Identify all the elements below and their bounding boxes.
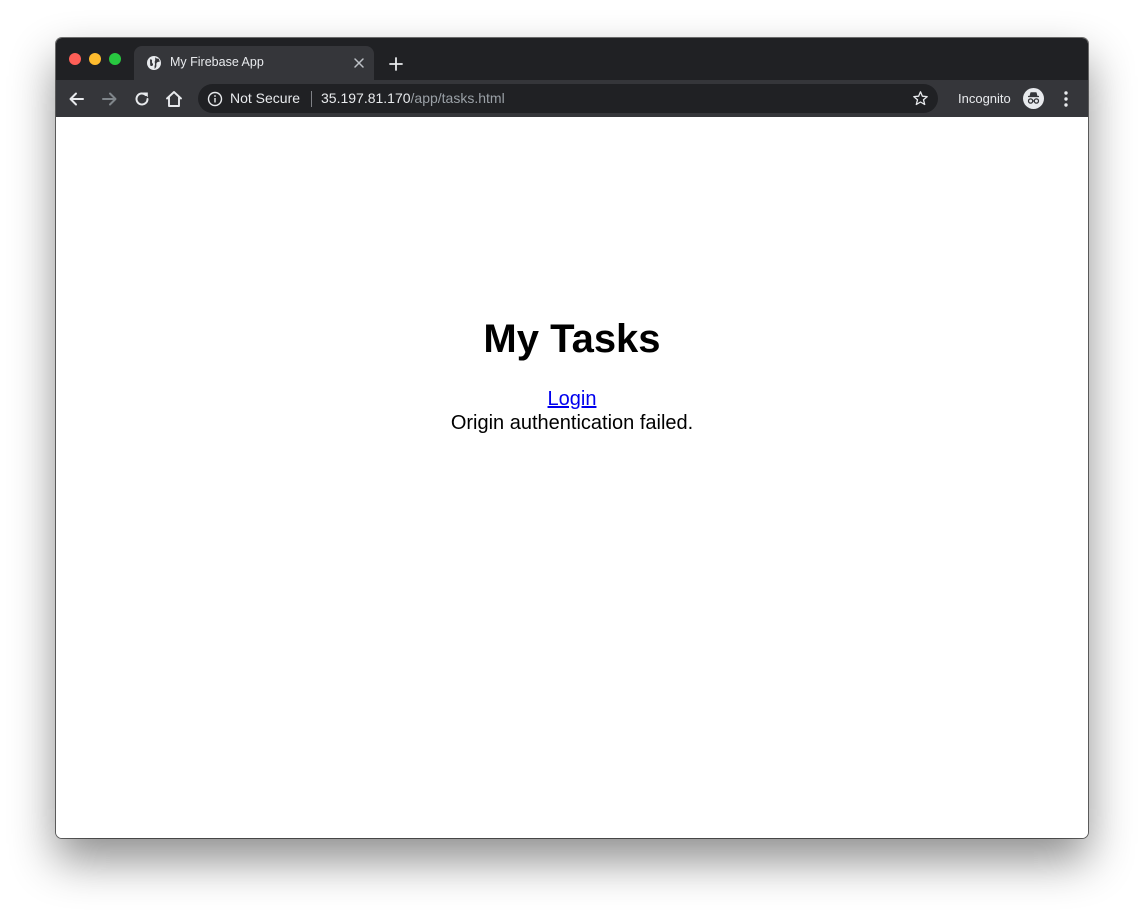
address-bar[interactable]: Not Secure 35.197.81.170/app/tasks.html: [198, 84, 938, 113]
login-link-container: Login: [56, 387, 1088, 411]
close-icon[interactable]: [352, 56, 366, 70]
security-status[interactable]: Not Secure: [230, 90, 300, 106]
omnibox-divider: [311, 91, 312, 107]
browser-window: My Firebase App Not Secure 35.197.81.170…: [56, 38, 1088, 838]
tab-active[interactable]: My Firebase App: [134, 46, 374, 80]
url-host: 35.197.81.170: [321, 90, 411, 106]
page-content: My Tasks Login Origin authentication fai…: [56, 117, 1088, 838]
reload-icon[interactable]: [132, 89, 152, 109]
forward-arrow-icon[interactable]: [99, 89, 119, 109]
browser-toolbar: Not Secure 35.197.81.170/app/tasks.html …: [56, 80, 1088, 118]
auth-error-message: Origin authentication failed.: [450, 412, 694, 434]
window-minimize-button[interactable]: [89, 53, 101, 65]
url-path: /app/tasks.html: [410, 90, 505, 106]
back-arrow-icon[interactable]: [67, 89, 87, 109]
incognito-label[interactable]: Incognito: [958, 91, 1011, 106]
login-link[interactable]: Login: [548, 388, 597, 410]
bookmark-star-icon[interactable]: [912, 90, 929, 107]
globe-icon: [147, 56, 161, 70]
new-tab-icon[interactable]: [386, 54, 406, 74]
page-title: My Tasks: [483, 317, 661, 361]
window-close-button[interactable]: [69, 53, 81, 65]
kebab-menu-icon[interactable]: [1059, 89, 1073, 109]
tab-title: My Firebase App: [170, 55, 264, 69]
home-icon[interactable]: [164, 89, 184, 109]
window-zoom-button[interactable]: [109, 53, 121, 65]
tab-strip: My Firebase App: [56, 38, 1088, 80]
incognito-icon[interactable]: [1023, 88, 1044, 109]
info-icon[interactable]: [207, 91, 223, 107]
url-text[interactable]: 35.197.81.170/app/tasks.html: [321, 90, 505, 106]
